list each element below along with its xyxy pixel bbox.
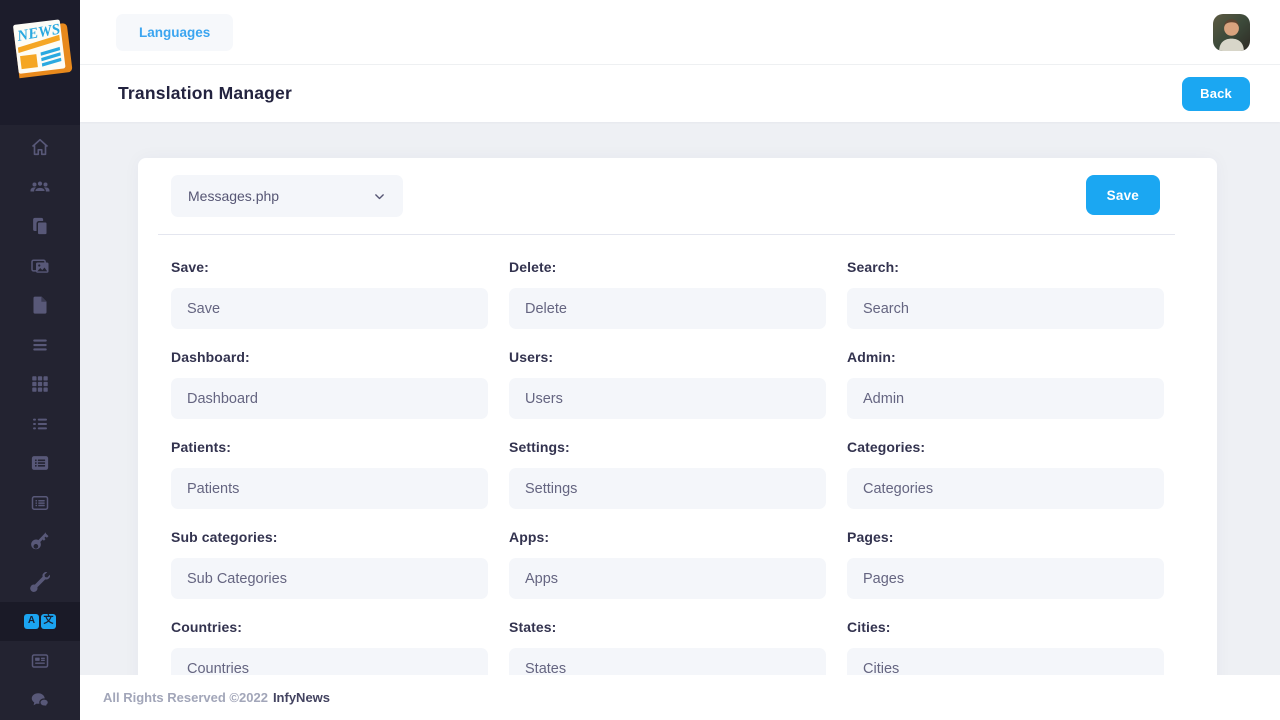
field-label-users: Users: — [509, 349, 554, 365]
field-group-delete: Delete: — [509, 259, 826, 329]
back-button[interactable]: Back — [1182, 76, 1250, 111]
copy-icon — [33, 218, 49, 236]
sidebar-nav: A文 — [0, 125, 80, 720]
sidebar-item-home[interactable] — [0, 128, 80, 168]
news-logo-icon: NEWS — [13, 19, 73, 79]
chat-icon — [31, 693, 50, 709]
field-input-states[interactable] — [509, 648, 826, 675]
field-group-pages: Pages: — [847, 529, 1164, 599]
field-label-search: Search: — [847, 259, 900, 275]
sidebar-item-newspaper[interactable] — [0, 641, 80, 681]
languages-button[interactable]: Languages — [116, 13, 234, 51]
field-group-cities: Cities: — [847, 619, 1164, 675]
sidebar-item-chat[interactable] — [0, 681, 80, 720]
field-group-sub-categories: Sub categories: — [171, 529, 488, 599]
app-logo[interactable]: NEWS — [0, 0, 80, 125]
field-label-admin: Admin: — [847, 349, 896, 365]
list-icon — [33, 418, 47, 430]
translate-icon: 文 — [41, 613, 56, 629]
sidebar-item-card-list-outline[interactable] — [0, 483, 80, 523]
card-list-icon — [31, 456, 49, 471]
field-input-pages[interactable] — [847, 558, 1164, 599]
field-input-admin[interactable] — [847, 378, 1164, 419]
sidebar: NEWS A文 — [0, 0, 80, 720]
sidebar-item-card-list[interactable] — [0, 444, 80, 484]
key-icon — [31, 532, 49, 550]
page-title: Translation Manager — [118, 83, 292, 103]
field-label-save: Save: — [171, 259, 209, 275]
field-label-dashboard: Dashboard: — [171, 349, 250, 365]
translation-card: Messages.php Save Save: Delete: Search: Das… — [138, 158, 1217, 675]
field-label-states: States: — [509, 619, 557, 635]
field-label-apps: Apps: — [509, 529, 550, 545]
footer: All Rights Reserved ©2022 InfyNews — [80, 675, 1280, 720]
avatar-photo — [1213, 13, 1250, 51]
save-button[interactable]: Save — [1085, 175, 1160, 215]
images-icon — [31, 259, 49, 273]
content-area: Messages.php Save Save: Delete: Search: Das… — [80, 122, 1280, 675]
sidebar-item-menu[interactable] — [0, 325, 80, 365]
field-input-dashboard[interactable] — [171, 378, 488, 419]
user-avatar[interactable] — [1213, 13, 1250, 51]
newspaper-icon — [31, 654, 49, 668]
field-input-search[interactable] — [847, 288, 1164, 329]
field-input-countries[interactable] — [171, 648, 488, 675]
field-input-categories[interactable] — [847, 468, 1164, 509]
field-group-save: Save: — [171, 259, 488, 329]
file-select-value: Messages.php — [188, 188, 280, 204]
field-group-apps: Apps: — [509, 529, 826, 599]
field-group-users: Users: — [509, 349, 826, 419]
field-label-sub-categories: Sub categories: — [171, 529, 278, 545]
footer-brand: InfyNews — [272, 690, 331, 705]
card-list-outline-icon — [31, 495, 49, 510]
wrench-icon — [30, 571, 50, 592]
file-select[interactable]: Messages.php — [171, 175, 403, 217]
field-input-delete[interactable] — [509, 288, 826, 329]
footer-rights: All Rights Reserved ©2022 — [103, 690, 268, 705]
sidebar-item-wrench[interactable] — [0, 562, 80, 602]
field-input-settings[interactable] — [509, 468, 826, 509]
sidebar-item-images[interactable] — [0, 246, 80, 286]
field-label-cities: Cities: — [847, 619, 891, 635]
home-icon — [31, 139, 49, 156]
sidebar-item-users[interactable] — [0, 167, 80, 207]
field-label-delete: Delete: — [509, 259, 557, 275]
field-label-countries: Countries: — [171, 619, 242, 635]
field-group-dashboard: Dashboard: — [171, 349, 488, 419]
field-group-countries: Countries: — [171, 619, 488, 675]
sidebar-item-grid[interactable] — [0, 365, 80, 405]
field-group-settings: Settings: — [509, 439, 826, 509]
sidebar-item-key[interactable] — [0, 523, 80, 563]
field-group-patients: Patients: — [171, 439, 488, 509]
sidebar-item-translate[interactable]: A文 — [0, 601, 80, 641]
field-input-sub-categories[interactable] — [171, 558, 488, 599]
field-input-cities[interactable] — [847, 648, 1164, 675]
field-group-categories: Categories: — [847, 439, 1164, 509]
users-icon — [30, 180, 50, 192]
sidebar-item-file[interactable] — [0, 286, 80, 326]
field-label-categories: Categories: — [847, 439, 926, 455]
field-label-settings: Settings: — [509, 439, 570, 455]
page-header: Translation Manager Back — [80, 65, 1280, 122]
field-input-users[interactable] — [509, 378, 826, 419]
translate-icon: A — [24, 613, 39, 629]
topbar: Languages — [80, 0, 1280, 65]
field-group-search: Search: — [847, 259, 1164, 329]
menu-icon — [33, 339, 47, 351]
card-header: Messages.php Save — [138, 158, 1217, 234]
field-input-patients[interactable] — [171, 468, 488, 509]
field-group-states: States: — [509, 619, 826, 675]
field-label-pages: Pages: — [847, 529, 894, 545]
field-group-admin: Admin: — [847, 349, 1164, 419]
field-label-patients: Patients: — [171, 439, 232, 455]
file-icon — [33, 296, 47, 314]
field-input-save[interactable] — [171, 288, 488, 329]
field-input-apps[interactable] — [509, 558, 826, 599]
sidebar-item-list[interactable] — [0, 404, 80, 444]
sidebar-item-copy[interactable] — [0, 207, 80, 247]
chevron-down-icon — [375, 193, 384, 199]
translation-fields-grid: Save: Delete: Search: Dashboard: Users: Admin… — [138, 235, 1217, 675]
grid-icon — [32, 376, 48, 392]
